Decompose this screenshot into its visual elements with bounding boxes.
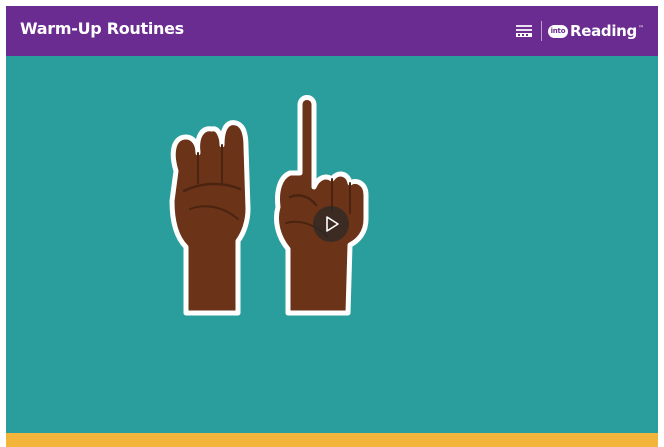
- footer-accent-bar: [6, 433, 658, 447]
- brand-logo: into Reading ™: [514, 20, 644, 42]
- page-title: Warm-Up Routines: [20, 19, 184, 38]
- header-bar: Warm-Up Routines into Reading ™: [6, 6, 658, 56]
- publisher-logo-icon: [514, 23, 534, 39]
- fist-hand-icon: [169, 120, 251, 316]
- trademark-symbol: ™: [638, 25, 644, 32]
- brand-badge: into: [547, 24, 568, 38]
- play-icon: [326, 216, 339, 232]
- brand-divider: [540, 21, 542, 41]
- brand-name: Reading: [569, 22, 637, 40]
- play-button[interactable]: [313, 206, 349, 242]
